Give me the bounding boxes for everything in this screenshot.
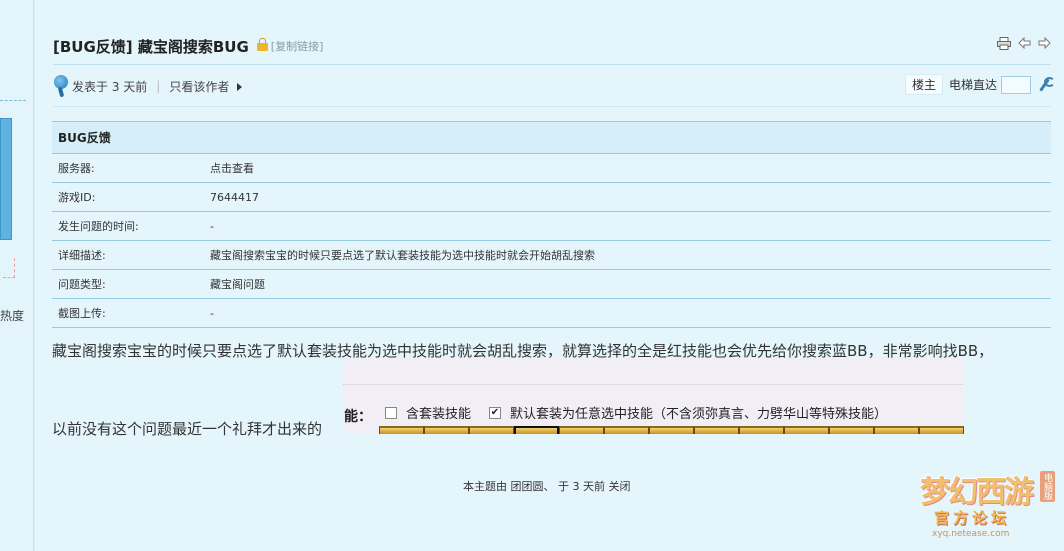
skill-slot [469,426,514,434]
meta-separator: | [156,79,161,93]
floor-tools: 楼主 电梯直达 [904,74,1055,95]
embed-option-suit-skill: 含套装技能 [385,403,471,422]
table-row: 问题类型: 藏宝阁问题 [52,270,1051,299]
table-row: 截图上传: - [52,299,1051,328]
goto-floor-label: 电梯直达 [948,78,997,92]
row-value[interactable]: 点击查看 [210,160,1051,176]
watermark-subtitle: 官方论坛 [934,509,1011,527]
embed-option-label: 默认套装为任意选中技能（不含须弥真言、力劈华山等特殊技能） [510,407,888,422]
row-key: 问题类型: [58,278,106,291]
play-icon[interactable] [237,83,243,91]
sidebar-edge-text: 热度 [0,309,25,323]
skill-slot [649,426,694,434]
row-key: 发生问题的时间: [58,220,139,233]
floor-owner-label: 楼主 [904,74,943,95]
post-time: 发表于 3 天前 [72,79,148,94]
skill-slot [874,426,919,434]
table-row: 发生问题的时间: - [52,212,1051,241]
skill-slot [784,426,829,434]
row-key: 游戏ID: [58,191,96,204]
sidebar-divider [0,100,26,101]
post-meta-row: 发表于 3 天前 | 只看该作者 [53,74,243,98]
arrow-left-icon[interactable] [1017,36,1031,50]
lock-icon [256,38,268,51]
bug-table-title: BUG反馈 [52,122,1051,154]
meta-divider [53,106,1051,107]
row-key: 服务器: [58,162,95,175]
thread-closed-note: 本主题由 团团圆、 于 3 天前 关闭 [463,480,631,493]
title-tools [997,36,1051,50]
post-title-row: [BUG反馈] 藏宝阁搜索BUG [复制链接] [53,36,323,56]
copy-link[interactable]: [复制链接] [271,38,324,54]
watermark-title: 梦幻西游 [920,475,1034,510]
sidebar-dashed-box [3,258,15,278]
bug-report-table: BUG反馈 服务器: 点击查看 游戏ID: 7644417 发生问题的时间: -… [52,121,1051,328]
watermark-url: xyq.netease.com [932,529,1010,539]
row-value: 藏宝阁问题 [210,278,265,291]
post-title: [BUG反馈] 藏宝阁搜索BUG [53,37,249,56]
wrench-icon[interactable] [1037,76,1055,93]
sidebar-avatar-frame [0,118,12,240]
site-watermark-logo: 梦幻西游 电脑版 官方论坛 xyq.netease.com [918,465,1058,547]
watermark-tag: 电脑版 [1040,471,1055,502]
skill-slot [739,426,784,434]
table-row: 详细描述: 藏宝阁搜索宝宝的时候只要点选了默认套装技能为选中技能时就会开始胡乱搜… [52,241,1051,270]
embed-option-default-suit: ✔ 默认套装为任意选中技能（不含须弥真言、力劈华山等特殊技能） [489,403,887,422]
skill-slot [604,426,649,434]
row-value: - [210,219,214,233]
arrow-right-icon[interactable] [1037,36,1051,50]
only-author-link[interactable]: 只看该作者 [169,78,229,95]
row-value: - [210,306,214,320]
embed-option-label: 含套装技能 [406,407,472,422]
goto-floor-input[interactable] [1001,75,1031,94]
embed-dotted-divider [343,384,963,385]
print-icon[interactable] [997,36,1011,50]
skill-slot [694,426,739,434]
skill-slot [424,426,469,434]
skill-slot-row [379,426,964,434]
embed-label: 能： [344,409,372,425]
table-row: 游戏ID: 7644417 [52,183,1051,212]
post-body-line-2: 以前没有这个问题最近一个礼拜才出来的 [52,420,323,438]
post-panel: [BUG反馈] 藏宝阁搜索BUG [复制链接] 发表于 3 天前 | 只看该作者… [35,0,1064,551]
skill-slot [514,426,559,434]
skill-slot [829,426,874,434]
left-sidebar-fragment: 热度 [0,0,34,551]
row-value: 7644417 [210,190,259,204]
embedded-screenshot[interactable]: 能： 含套装技能 ✔ 默认套装为任意选中技能（不含须弥真言、力劈华山等特殊技能） [343,358,964,434]
skill-slot [919,426,964,434]
row-key: 截图上传: [58,307,106,320]
table-row: 服务器: 点击查看 [52,154,1051,183]
title-divider [53,64,1051,65]
online-status-icon [53,75,69,98]
row-value: 藏宝阁搜索宝宝的时候只要点选了默认套装技能为选中技能时就会开始胡乱搜索 [210,249,595,262]
skill-slot [559,426,604,434]
row-key: 详细描述: [58,249,106,262]
skill-slot [379,426,424,434]
checkbox-unchecked [385,406,397,419]
checkbox-checked: ✔ [489,406,501,419]
